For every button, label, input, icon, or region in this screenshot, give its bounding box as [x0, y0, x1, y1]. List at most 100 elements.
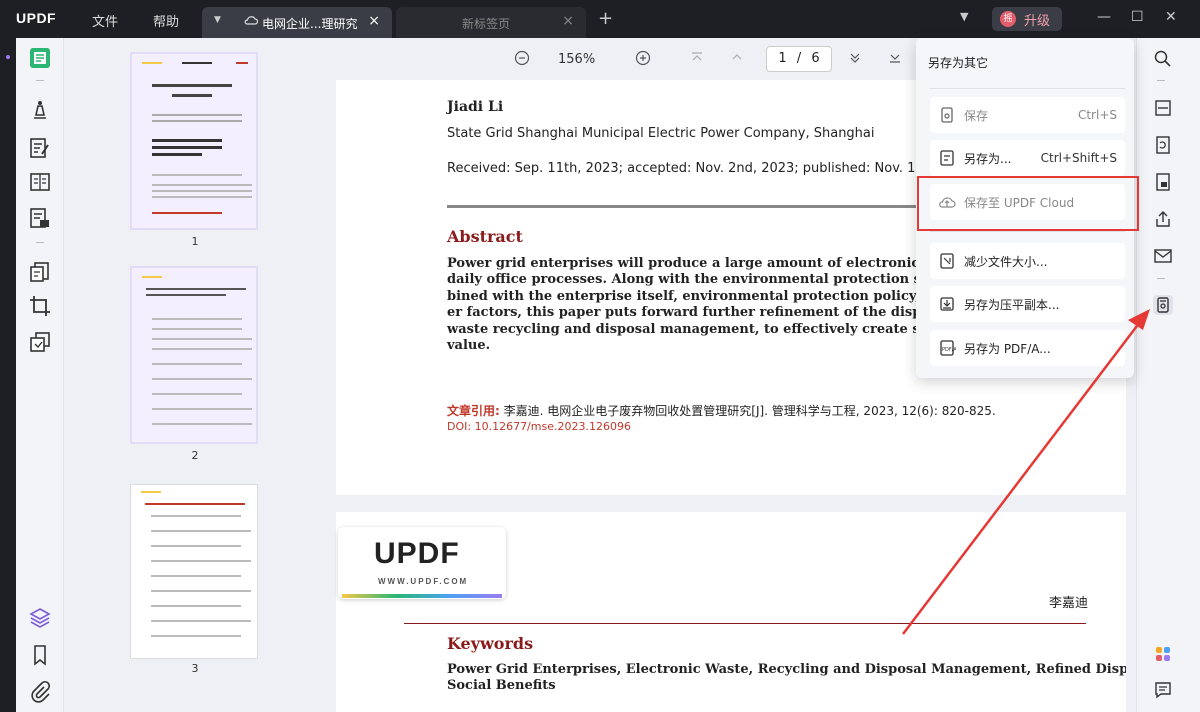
zoom-level[interactable]: 156% [558, 52, 595, 67]
new-tab-button[interactable]: + [598, 8, 613, 29]
chevron-down-icon[interactable]: ▼ [960, 10, 968, 23]
divider [404, 623, 1086, 624]
first-page-icon[interactable] [690, 50, 704, 68]
next-page-icon[interactable] [848, 50, 862, 68]
abstract-line: waste recycling and disposal management,… [447, 322, 950, 337]
page-thumbnail[interactable] [130, 484, 258, 659]
previous-page-icon[interactable] [730, 50, 744, 68]
comment-icon[interactable] [28, 98, 52, 122]
form-icon[interactable] [28, 170, 52, 194]
app-logo: UPDF [16, 10, 57, 26]
save-as-menu-item[interactable]: 另存为... Ctrl+Shift+S [930, 140, 1125, 176]
watermark-url: WWW.UPDF.COM [378, 577, 469, 586]
edit-icon[interactable] [28, 136, 52, 160]
affiliation: State Grid Shanghai Municipal Electric P… [447, 126, 875, 141]
divider [930, 231, 1125, 232]
menu-help[interactable]: 帮助 [153, 11, 179, 30]
cloud-icon [244, 14, 259, 29]
chevron-down-icon[interactable]: ▼ [214, 15, 221, 25]
document-page: UPDF WWW.UPDF.COM 李嘉迪 Keywords Power Gri… [336, 512, 1162, 712]
organize-pages-icon[interactable] [28, 260, 52, 284]
keywords-line: Power Grid Enterprises, Electronic Waste… [447, 662, 1163, 677]
page-number: 2 [191, 449, 199, 462]
reader-icon[interactable] [28, 46, 52, 70]
title-bar: UPDF 文件 帮助 ▼ 电网企业...理研究 × 新标签页 × + ▼ 摇 升… [0, 0, 1200, 38]
share-icon[interactable] [1153, 209, 1173, 229]
divider [36, 242, 44, 243]
tab-document[interactable]: ▼ 电网企业...理研究 × [202, 7, 392, 38]
left-rail [0, 38, 16, 712]
reduce-size-menu-item[interactable]: 减少文件大小... [930, 243, 1125, 279]
layers-copy-icon[interactable] [28, 330, 52, 354]
author-name: Jiadi Li [447, 99, 504, 115]
received-dates: Received: Sep. 11th, 2023; accepted: Nov… [447, 161, 979, 176]
compress-icon [938, 252, 956, 270]
keywords-line: Social Benefits [447, 678, 556, 693]
save-menu-item[interactable]: 保存 Ctrl+S [930, 97, 1125, 133]
save-icon [938, 106, 956, 124]
menu-file[interactable]: 文件 [92, 11, 118, 30]
abstract-line: bined with the enterprise itself, enviro… [447, 289, 963, 304]
sign-icon[interactable] [28, 206, 52, 230]
save-as-icon [938, 149, 956, 167]
save-pdfa-menu-item[interactable]: PDF/A 另存为 PDF/A... [930, 330, 1125, 366]
divider [1157, 80, 1165, 81]
page-thumbnail[interactable] [130, 52, 258, 230]
watermark-logo: UPDF [374, 537, 460, 570]
status-dot [6, 55, 10, 59]
last-page-icon[interactable] [888, 50, 902, 68]
minimize-button[interactable]: — [1097, 9, 1111, 25]
abstract-line: Power grid enterprises will produce a la… [447, 256, 957, 271]
right-toolbar [1136, 38, 1200, 712]
flatten-copy-menu-item[interactable]: 另存为压平副本... [930, 286, 1125, 322]
page-number: 3 [191, 662, 199, 675]
divider [1157, 278, 1165, 279]
avatar: 摇 [1000, 11, 1016, 27]
zoom-in-icon[interactable] [635, 50, 651, 70]
flatten-icon [938, 295, 956, 313]
page-number: 1 [191, 235, 199, 248]
maximize-button[interactable]: ☐ [1131, 9, 1144, 25]
divider [36, 80, 44, 81]
citation: 文章引用: 李嘉迪. 电网企业电子废弃物回收处置管理研究[J]. 管理科学与工程… [447, 402, 996, 419]
tab-label: 电网企业...理研究 [262, 17, 358, 31]
left-toolbar [16, 38, 64, 712]
thumbnail-panel: 1 2 3 [64, 38, 326, 712]
crop-icon[interactable] [28, 294, 52, 318]
mail-icon[interactable] [1153, 246, 1173, 266]
close-tab-icon[interactable]: × [562, 13, 574, 29]
page-thumbnail[interactable] [130, 266, 258, 444]
abstract-heading: Abstract [447, 227, 523, 246]
citation-label: 文章引用: [447, 404, 500, 418]
tab-new[interactable]: 新标签页 × [396, 7, 586, 38]
doi-link[interactable]: DOI: 10.12677/mse.2023.126096 [447, 420, 631, 433]
search-icon[interactable] [1153, 49, 1173, 69]
updf-watermark: UPDF WWW.UPDF.COM [338, 527, 506, 599]
bookmark-icon[interactable] [28, 643, 52, 667]
citation-text: 李嘉迪. 电网企业电子废弃物回收处置管理研究[J]. 管理科学与工程, 2023… [503, 404, 996, 418]
ocr-icon[interactable] [1153, 98, 1173, 118]
ai-assistant-icon[interactable] [1153, 644, 1173, 664]
convert-icon[interactable] [1153, 135, 1173, 155]
panel-title: 另存为其它 [928, 56, 989, 70]
abstract-line: value. [447, 338, 491, 353]
upgrade-button[interactable]: 摇 升级 [992, 7, 1062, 31]
comment-list-icon[interactable] [1153, 680, 1173, 700]
protect-icon[interactable] [1153, 172, 1173, 192]
close-tab-icon[interactable]: × [368, 13, 380, 29]
highlight-box [917, 176, 1139, 231]
tab-label: 新标签页 [462, 17, 511, 31]
save-icon[interactable] [1153, 295, 1173, 315]
keywords-heading: Keywords [447, 634, 534, 653]
abstract-line: daily office processes. Along with the e… [447, 272, 948, 287]
upgrade-label: 升级 [1024, 14, 1051, 29]
close-button[interactable]: ✕ [1165, 9, 1177, 25]
attachment-icon[interactable] [28, 680, 52, 704]
view-toolbar: 156% 1 / 6 [336, 38, 916, 80]
layers-icon[interactable] [28, 606, 52, 630]
page-input[interactable]: 1 / 6 [766, 46, 832, 72]
zoom-out-icon[interactable] [514, 50, 530, 70]
svg-text:PDF/A: PDF/A [942, 347, 956, 353]
abstract-line: er factors, this paper puts forward furt… [447, 305, 951, 320]
page-author: 李嘉迪 [1049, 596, 1089, 611]
